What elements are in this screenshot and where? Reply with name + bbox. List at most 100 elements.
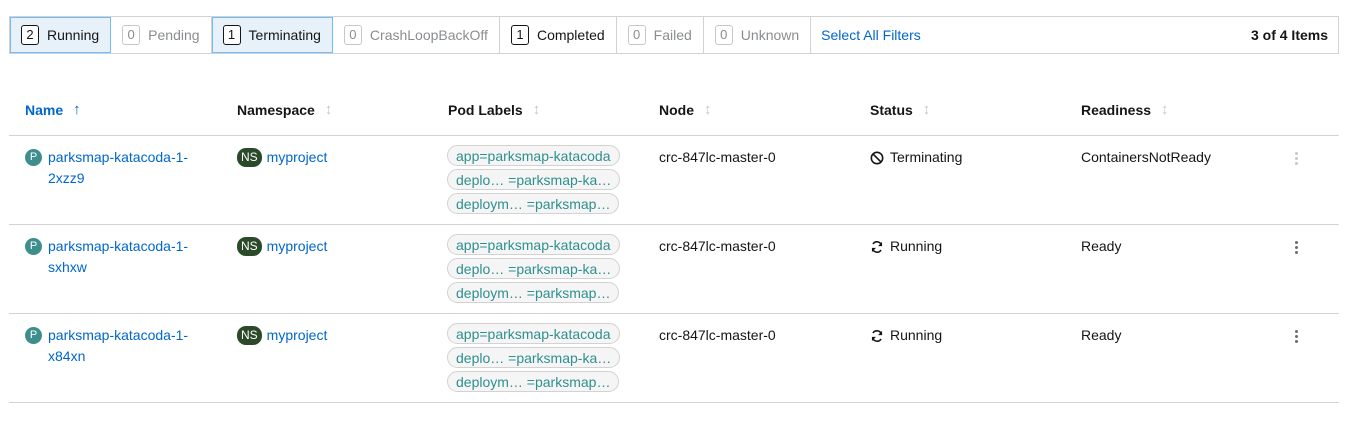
- namespace-link[interactable]: myproject: [267, 325, 328, 346]
- select-all-filters-link[interactable]: Select All Filters: [811, 17, 931, 53]
- filter-count: 0: [627, 25, 646, 45]
- sort-ascending-icon: ↑: [73, 101, 81, 118]
- namespace-resource-badge: NS: [237, 237, 262, 256]
- filter-count: 1: [510, 25, 529, 45]
- pod-label-chip[interactable]: app=parksmap-katacoda: [447, 323, 620, 344]
- column-header-label: Status: [870, 101, 913, 118]
- kebab-icon: [1289, 148, 1304, 169]
- filter-label: CrashLoopBackOff: [369, 27, 488, 43]
- row-actions-kebab[interactable]: [1289, 237, 1304, 258]
- namespace-resource-badge: NS: [237, 326, 262, 345]
- namespace-cell: NS myproject: [237, 236, 327, 257]
- pod-labels-cell: app=parksmap-katacoda deplo… =parksmap-k…: [447, 145, 621, 214]
- status-text: Terminating: [890, 149, 963, 165]
- column-header-label: Namespace: [237, 101, 315, 118]
- table-row: P parksmap-katacoda-1- x84xn NS myprojec…: [9, 314, 1339, 403]
- filter-running[interactable]: 2 Running: [10, 17, 112, 53]
- column-header-namespace[interactable]: Namespace ↕: [237, 101, 332, 118]
- pod-name-part: sxhxw: [48, 259, 87, 275]
- filter-completed[interactable]: 1 Completed: [500, 17, 617, 53]
- filter-label: Completed: [536, 27, 605, 43]
- status-text: Running: [890, 327, 943, 343]
- sync-icon: [871, 329, 883, 342]
- status-text: Running: [890, 238, 943, 254]
- pod-name-part: parksmap-katacoda-1-: [48, 327, 189, 343]
- pod-label-chip[interactable]: app=parksmap-katacoda: [447, 234, 620, 255]
- namespace-cell: NS myproject: [237, 325, 327, 346]
- pod-name-part: 2xzz9: [48, 170, 85, 186]
- column-header-label: Pod Labels: [448, 101, 523, 118]
- sort-icon: ↕: [532, 101, 541, 118]
- namespace-resource-badge: NS: [237, 148, 262, 167]
- pod-labels-cell: app=parksmap-katacoda deplo… =parksmap-k…: [447, 234, 621, 303]
- namespace-cell: NS myproject: [237, 147, 327, 168]
- items-count: 3 of 4 Items: [1250, 27, 1328, 43]
- column-header-label: Node: [659, 101, 694, 118]
- pod-labels-cell: app=parksmap-katacoda deplo… =parksmap-k…: [447, 323, 621, 392]
- kebab-icon: [1289, 237, 1304, 258]
- status-filter-bar: 2 Running 0 Pending 1 Terminating 0 Cras…: [9, 16, 1339, 54]
- filter-count: 0: [122, 25, 141, 45]
- node-cell: crc-847lc-master-0: [659, 149, 776, 165]
- sort-icon: ↕: [704, 101, 712, 118]
- pods-list-page: 2 Running 0 Pending 1 Terminating 0 Cras…: [0, 0, 1362, 427]
- table-row: P parksmap-katacoda-1- 2xzz9 NS myprojec…: [9, 136, 1339, 225]
- filter-count: 0: [714, 25, 733, 45]
- column-header-node[interactable]: Node ↕: [659, 101, 712, 118]
- row-actions-kebab[interactable]: [1289, 148, 1304, 169]
- sync-icon: [871, 240, 883, 253]
- filter-unknown[interactable]: 0 Unknown: [704, 17, 812, 53]
- column-header-readiness[interactable]: Readiness ↕: [1081, 101, 1169, 118]
- filter-label: Pending: [148, 27, 200, 43]
- pods-table: Name ↑ Namespace ↕ Pod Labels ↕ Node ↕ S…: [9, 88, 1339, 403]
- filter-crashloopbackoff[interactable]: 0 CrashLoopBackOff: [333, 17, 500, 53]
- readiness-cell: ContainersNotReady: [1081, 149, 1211, 165]
- pod-name-cell: P parksmap-katacoda-1- 2xzz9: [25, 147, 205, 189]
- pod-label-chip[interactable]: deploym… =parksmap…: [447, 371, 620, 392]
- filter-pending[interactable]: 0 Pending: [111, 17, 212, 53]
- row-actions-kebab[interactable]: [1289, 326, 1304, 347]
- filter-label: Failed: [653, 27, 692, 43]
- pod-name-link[interactable]: parksmap-katacoda-1- sxhxw: [48, 236, 188, 278]
- pod-resource-badge: P: [25, 149, 42, 166]
- pod-label-chip[interactable]: deploym… =parksmap…: [447, 193, 620, 214]
- pod-name-link[interactable]: parksmap-katacoda-1- 2xzz9: [48, 147, 188, 189]
- pod-label-chip[interactable]: app=parksmap-katacoda: [447, 145, 620, 166]
- pod-name-link[interactable]: parksmap-katacoda-1- x84xn: [48, 325, 188, 367]
- namespace-link[interactable]: myproject: [267, 147, 328, 168]
- status-cell: Terminating: [870, 147, 962, 168]
- pod-resource-badge: P: [25, 238, 42, 255]
- filter-count: 2: [21, 25, 39, 45]
- namespace-link[interactable]: myproject: [267, 236, 328, 257]
- filter-count: 0: [343, 25, 362, 45]
- pod-name-part: parksmap-katacoda-1-: [48, 149, 189, 165]
- node-cell: crc-847lc-master-0: [659, 238, 776, 254]
- ban-icon: [870, 151, 884, 164]
- column-header-label: Readiness: [1081, 101, 1152, 118]
- status-cell: Running: [870, 236, 942, 257]
- pod-name-part: x84xn: [48, 348, 86, 364]
- filter-terminating[interactable]: 1 Terminating: [211, 17, 333, 53]
- column-header-label: Name: [25, 101, 64, 118]
- table-header: Name ↑ Namespace ↕ Pod Labels ↕ Node ↕ S…: [9, 88, 1339, 136]
- filter-count: 1: [222, 25, 241, 45]
- pod-resource-badge: P: [25, 327, 42, 344]
- filter-label: Running: [47, 27, 100, 43]
- pod-label-chip[interactable]: deploym… =parksmap…: [447, 282, 620, 303]
- readiness-cell: Ready: [1081, 327, 1122, 343]
- readiness-cell: Ready: [1081, 238, 1122, 254]
- filter-failed[interactable]: 0 Failed: [617, 17, 704, 53]
- column-header-pod-labels[interactable]: Pod Labels ↕: [448, 101, 540, 118]
- kebab-icon: [1289, 326, 1304, 347]
- filter-label: Terminating: [248, 27, 321, 43]
- sort-icon: ↕: [922, 101, 931, 118]
- node-cell: crc-847lc-master-0: [659, 327, 776, 343]
- column-header-name[interactable]: Name ↑: [25, 101, 81, 118]
- pod-label-chip[interactable]: deplo… =parksmap-ka…: [447, 169, 621, 190]
- filter-label: Unknown: [740, 27, 800, 43]
- column-header-status[interactable]: Status ↕: [870, 101, 930, 118]
- pod-name-part: parksmap-katacoda-1-: [48, 238, 189, 254]
- pod-label-chip[interactable]: deplo… =parksmap-ka…: [447, 347, 621, 368]
- pod-label-chip[interactable]: deplo… =parksmap-ka…: [447, 258, 621, 279]
- sort-icon: ↕: [1161, 101, 1169, 118]
